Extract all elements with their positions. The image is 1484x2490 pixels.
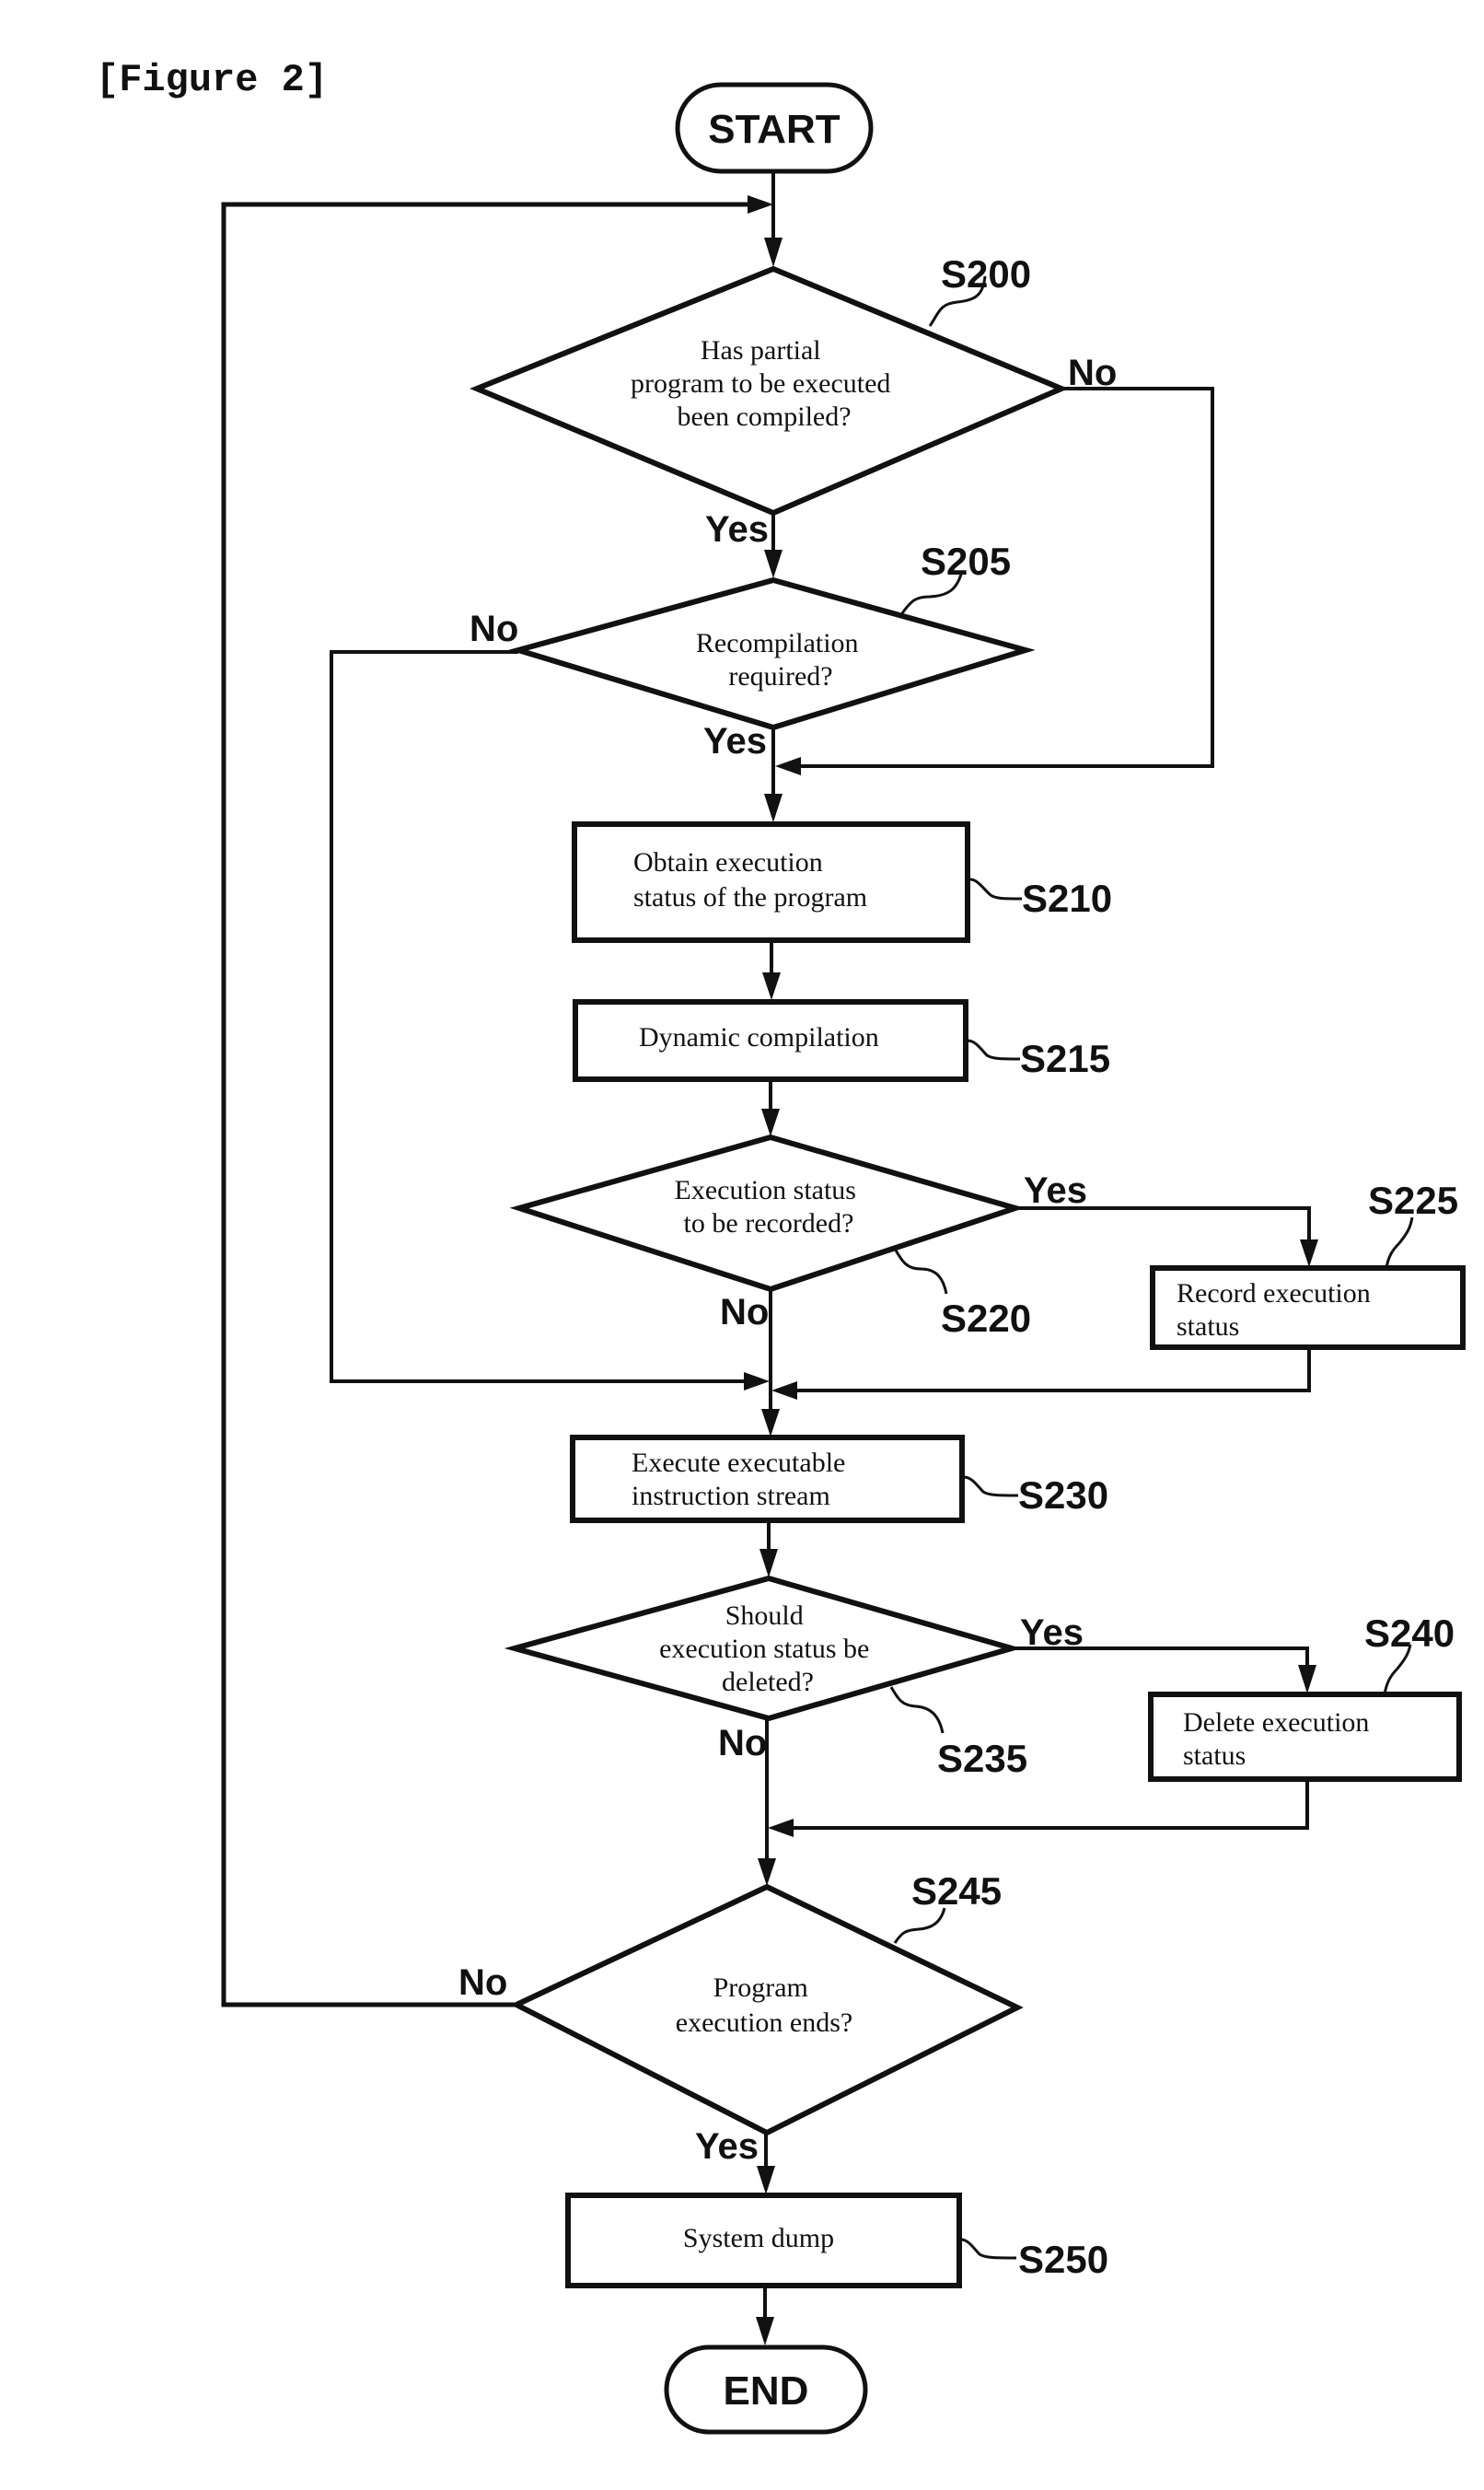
- end-terminal: END: [664, 2345, 868, 2435]
- connector-s220-yes: [1015, 1206, 1311, 1243]
- flowchart: [Figure 2] START Has partial program to …: [96, 58, 1466, 2435]
- step-label-s200: S200: [941, 252, 1031, 296]
- step-label-s245: S245: [911, 1869, 1002, 1913]
- arrowhead: [1298, 1665, 1316, 1693]
- arrowhead: [756, 2317, 774, 2345]
- start-label: START: [708, 107, 841, 152]
- step-label-s225: S225: [1368, 1179, 1458, 1222]
- end-label: END: [724, 2368, 809, 2414]
- arrowhead: [762, 972, 781, 1000]
- step-label-s235: S235: [937, 1737, 1027, 1780]
- step-label-s220: S220: [941, 1297, 1031, 1340]
- branch-no-s205: No: [470, 609, 518, 649]
- decision-s220: Execution status to be recorded? S220 Ye…: [509, 1134, 1087, 1340]
- arrowhead: [764, 550, 783, 578]
- step-label-s250: S250: [1018, 2238, 1108, 2281]
- step-label-s205: S205: [921, 540, 1011, 583]
- process-s240: Delete execution status S240: [1148, 1612, 1462, 1782]
- branch-yes-s205: Yes: [703, 721, 767, 762]
- leader-line: [969, 878, 1023, 901]
- arrowhead: [758, 1858, 776, 1886]
- leader-line: [893, 1907, 946, 1944]
- arrowhead: [748, 195, 773, 214]
- figure-title: [Figure 2]: [96, 58, 328, 102]
- leader-line: [963, 1475, 1019, 1497]
- step-label-s240: S240: [1364, 1612, 1455, 1655]
- branch-no-s220: No: [720, 1292, 769, 1332]
- arrowhead: [744, 1372, 770, 1390]
- step-label-s230: S230: [1018, 1473, 1108, 1517]
- arrowhead: [768, 1819, 794, 1837]
- arrowhead: [761, 1409, 780, 1437]
- leader-line: [967, 1039, 1021, 1061]
- leader-line: [889, 1686, 945, 1734]
- step-label-s210: S210: [1022, 877, 1112, 920]
- arrowhead: [771, 1381, 797, 1400]
- branch-yes-s245: Yes: [695, 2126, 759, 2167]
- arrowhead: [759, 1549, 778, 1577]
- connector-s225-merge: [797, 1347, 1311, 1392]
- decision-s245: Program execution ends? S245 No Yes: [458, 1869, 1024, 2167]
- decision-s205: Recompilation required? S205 No Yes: [470, 540, 1036, 762]
- leader-line: [960, 2238, 1017, 2260]
- arrowhead: [761, 1109, 780, 1136]
- leader-line: [1385, 1216, 1414, 1269]
- process-s215: Dynamic compilation S215: [573, 999, 1110, 1082]
- branch-yes-s220: Yes: [1024, 1170, 1087, 1211]
- start-terminal: START: [675, 82, 874, 174]
- arrowhead: [757, 2166, 775, 2194]
- step-label-s215: S215: [1020, 1037, 1110, 1080]
- connector-s240-merge: [794, 1779, 1309, 1830]
- arrowhead: [764, 238, 783, 267]
- process-s230: Execute executable instruction stream S2…: [570, 1435, 1108, 1523]
- arrowhead: [764, 794, 783, 822]
- process-text: Dynamic compilation: [639, 1022, 879, 1053]
- decision-s235: Should execution status be deleted? S235…: [504, 1575, 1084, 1780]
- branch-yes-s200: Yes: [705, 509, 769, 550]
- arrowhead: [1300, 1239, 1318, 1267]
- leader-line: [893, 1248, 948, 1295]
- branch-no-s235: No: [718, 1723, 767, 1763]
- process-text: System dump: [683, 2223, 834, 2253]
- branch-no-s245: No: [458, 1962, 507, 2003]
- decision-s200: Has partial program to be executed been …: [470, 252, 1117, 550]
- process-s210: Obtain execution status of the program S…: [572, 821, 1112, 943]
- arrowhead: [775, 757, 801, 775]
- process-s250: System dump S250: [565, 2193, 1108, 2288]
